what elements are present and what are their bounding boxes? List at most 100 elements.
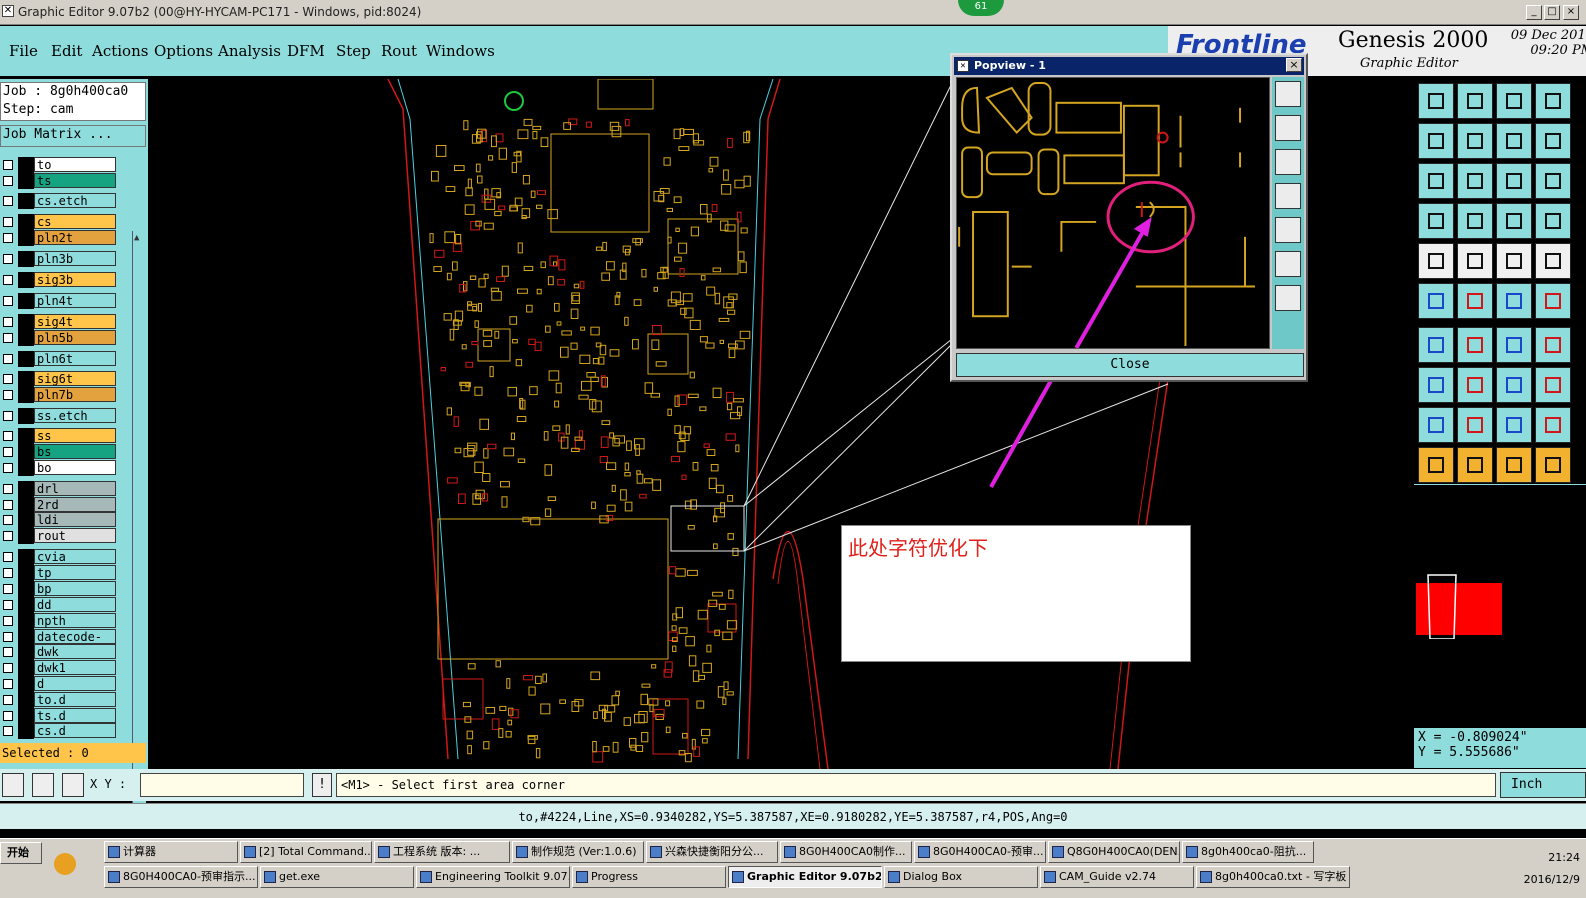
layer-name[interactable]: pln3b xyxy=(34,251,116,266)
layer-checkbox[interactable] xyxy=(3,296,13,306)
layer-color-slot[interactable] xyxy=(18,272,34,288)
cursor-edit-icon[interactable] xyxy=(1496,447,1532,483)
layer-color-slot[interactable] xyxy=(18,549,34,565)
layer-name[interactable]: ss xyxy=(34,428,116,443)
layer-name[interactable]: pln4t xyxy=(34,293,116,308)
layer-color-slot[interactable] xyxy=(18,193,34,209)
layer-checkbox[interactable] xyxy=(3,695,13,705)
triangle-red-icon[interactable] xyxy=(1535,407,1571,443)
cross-icon[interactable] xyxy=(1457,283,1493,319)
scale-icon[interactable] xyxy=(1496,163,1532,199)
layer-name[interactable]: ts.d xyxy=(34,708,116,723)
layer-row[interactable]: sig4t xyxy=(0,314,132,330)
layer-color-slot[interactable] xyxy=(18,157,34,173)
layer-row[interactable]: cs xyxy=(0,214,132,230)
node-icon[interactable] xyxy=(1418,367,1454,403)
taskbar-item[interactable]: 8G0H400CA0-预审... xyxy=(914,841,1046,863)
menu-windows[interactable]: Windows xyxy=(426,42,495,60)
layer-checkbox[interactable] xyxy=(3,531,13,541)
select-red-icon[interactable] xyxy=(1496,203,1532,239)
menu-options[interactable]: Options xyxy=(154,42,213,60)
layer-checkbox[interactable] xyxy=(3,317,13,327)
layer-row[interactable]: pln3b xyxy=(0,251,132,267)
layer-row[interactable]: 2rd xyxy=(0,497,132,513)
layer-checkbox[interactable] xyxy=(3,196,13,206)
layer-color-slot[interactable] xyxy=(18,497,34,513)
taskbar-item[interactable]: 8g0h400ca0.txt - 写字板 xyxy=(1196,866,1350,888)
pad-icon[interactable] xyxy=(1418,243,1454,279)
layer-row[interactable]: dwk xyxy=(0,644,132,660)
layer-row[interactable]: ts.d xyxy=(0,708,132,724)
menu-edit[interactable]: Edit xyxy=(51,42,82,60)
layer-row[interactable]: npth xyxy=(0,613,132,629)
letter-a-icon[interactable] xyxy=(1496,407,1532,443)
window-icon[interactable] xyxy=(1535,83,1571,119)
layer-row[interactable]: cs.etch xyxy=(0,193,132,209)
layer-checkbox[interactable] xyxy=(3,354,13,364)
layer-color-slot[interactable] xyxy=(18,330,34,346)
layer-row[interactable]: cs.d xyxy=(0,723,132,739)
cursor-net-icon[interactable] xyxy=(1535,447,1571,483)
layer-name[interactable]: cs xyxy=(34,214,116,229)
layer-checkbox[interactable] xyxy=(3,500,13,510)
measure-box-icon[interactable] xyxy=(1496,367,1532,403)
layer-color-slot[interactable] xyxy=(18,629,34,645)
menu-dfm[interactable]: DFM xyxy=(287,42,325,60)
triangle-icon[interactable] xyxy=(1418,407,1454,443)
layer-name[interactable]: ldi xyxy=(34,512,116,527)
layer-checkbox[interactable] xyxy=(3,484,13,494)
layer-checkbox[interactable] xyxy=(3,726,13,736)
layer-checkbox[interactable] xyxy=(3,411,13,421)
layer-row[interactable]: ss xyxy=(0,428,132,444)
layer-name[interactable]: sig4t xyxy=(34,314,116,329)
pan-left-icon[interactable] xyxy=(1275,183,1301,209)
layer-row[interactable]: pln2t xyxy=(0,230,132,246)
layer-name[interactable]: sig3b xyxy=(34,272,116,287)
layer-color-slot[interactable] xyxy=(18,660,34,676)
layer-checkbox[interactable] xyxy=(3,431,13,441)
layer-row[interactable]: bo xyxy=(0,460,132,476)
menu-file[interactable]: File xyxy=(9,42,38,60)
scroll-up-icon[interactable]: ▲ xyxy=(134,233,145,243)
layer-name[interactable]: drl xyxy=(34,481,116,496)
menu-rout[interactable]: Rout xyxy=(381,42,417,60)
copy-right-icon[interactable] xyxy=(1457,123,1493,159)
zoom-fit-icon[interactable] xyxy=(1275,81,1301,107)
dot-icon[interactable] xyxy=(1535,243,1571,279)
zoom-out-icon[interactable] xyxy=(1275,285,1301,311)
layer-name[interactable]: pln5b xyxy=(34,330,116,345)
layer-color-slot[interactable] xyxy=(18,251,34,267)
layer-color-slot[interactable] xyxy=(18,371,34,387)
layer-row[interactable]: to.d xyxy=(0,692,132,708)
layer-name[interactable]: pln2t xyxy=(34,230,116,245)
layer-row[interactable]: ldi xyxy=(0,512,132,528)
layer-row[interactable]: cvia xyxy=(0,549,132,565)
layer-checkbox[interactable] xyxy=(3,515,13,525)
select-net-icon[interactable] xyxy=(1535,203,1571,239)
swap-icon[interactable] xyxy=(1496,123,1532,159)
home-icon[interactable] xyxy=(1496,83,1532,119)
layer-name[interactable]: dwk xyxy=(34,644,116,659)
layer-color-slot[interactable] xyxy=(18,460,34,476)
layer-color-slot[interactable] xyxy=(18,692,34,708)
job-matrix-button[interactable]: Job Matrix ... xyxy=(0,125,146,147)
layer-color-slot[interactable] xyxy=(18,173,34,189)
taskbar-item[interactable]: Q8G0H400CA0(DEN... xyxy=(1048,841,1180,863)
overlap-icon[interactable] xyxy=(1535,367,1571,403)
pan-down-icon[interactable] xyxy=(1275,149,1301,175)
arrow-dot-icon[interactable] xyxy=(1535,283,1571,319)
layer-row[interactable]: bp xyxy=(0,581,132,597)
layer-color-slot[interactable] xyxy=(18,613,34,629)
layer-row[interactable]: bs xyxy=(0,444,132,460)
xy-input[interactable] xyxy=(140,773,304,797)
point-icon[interactable] xyxy=(1496,283,1532,319)
layer-checkbox[interactable] xyxy=(3,254,13,264)
layer-name[interactable]: cs.d xyxy=(34,723,116,738)
layer-checkbox[interactable] xyxy=(3,390,13,400)
layer-name[interactable]: cs.etch xyxy=(34,193,116,208)
layer-color-slot[interactable] xyxy=(18,708,34,724)
layer-name[interactable]: ss.etch xyxy=(34,408,116,423)
layer-color-slot[interactable] xyxy=(18,512,34,528)
layer-name[interactable]: d xyxy=(34,676,116,691)
triangle-alt-icon[interactable] xyxy=(1457,407,1493,443)
